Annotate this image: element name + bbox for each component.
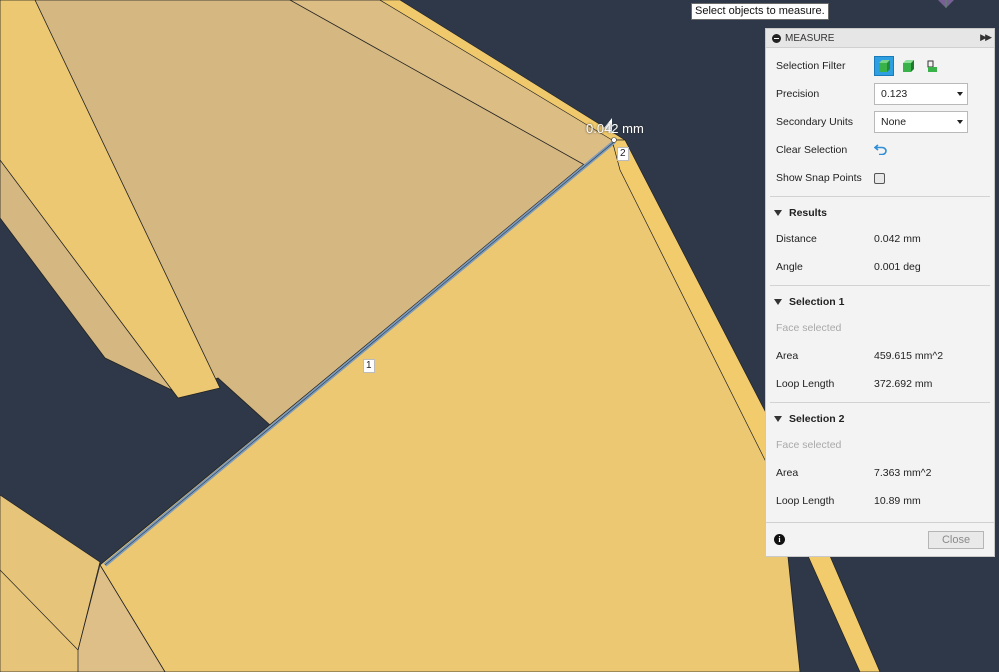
point-label-2: 2 [617,147,629,161]
distance-value: 0.042 mm [874,233,921,245]
selection2-status: Face selected [776,439,842,451]
selection1-loop-label: Loop Length [776,378,835,390]
selection2-title: Selection 2 [789,413,845,425]
secondary-units-value: None [881,116,907,128]
selection2-loop-label: Loop Length [776,495,835,507]
divider [770,285,990,286]
edge-filter-icon[interactable] [922,56,942,76]
results-section-header[interactable]: Results [766,201,994,225]
panel-title: MEASURE [785,32,835,44]
selection2-area-value: 7.363 mm^2 [874,467,932,479]
secondary-units-label: Secondary Units [776,116,854,128]
panel-footer: i Close [766,522,994,556]
expand-panel-icon[interactable]: ▶▶ [980,32,992,43]
selection2-section-header[interactable]: Selection 2 [766,407,994,431]
selection2-loop-value: 10.89 mm [874,495,921,507]
chevron-down-icon [957,120,963,124]
distance-row: Distance 0.042 mm [766,225,994,253]
precision-select[interactable]: 0.123 [874,83,968,105]
point-label-1: 1 [363,359,375,373]
show-snap-points-checkbox[interactable] [874,172,885,184]
body-filter-icon[interactable] [874,56,894,76]
face-filter-icon[interactable] [898,56,918,76]
view-cube-icon[interactable] [934,0,958,10]
precision-label: Precision [776,88,820,100]
precision-value: 0.123 [881,88,908,100]
selection2-status-row: Face selected [766,431,994,459]
selection-filter-row: Selection Filter [766,52,994,80]
selection1-area-value: 459.615 mm^2 [874,350,944,362]
clear-selection-row: Clear Selection [766,136,994,164]
triangle-down-icon [774,210,782,216]
divider [770,196,990,197]
selection1-status: Face selected [776,322,842,334]
selection1-loop-value: 372.692 mm [874,378,933,390]
precision-row: Precision 0.123 [766,80,994,108]
show-snap-points-label: Show Snap Points [776,172,862,184]
selection1-area-label: Area [776,350,799,362]
collapse-icon[interactable] [772,33,781,43]
selection1-section-header[interactable]: Selection 1 [766,290,994,314]
angle-row: Angle 0.001 deg [766,253,994,281]
panel-header: MEASURE ▶▶ [766,29,994,48]
distance-annotation: 0.042 mm [586,121,644,136]
selection2-loop-row: Loop Length 10.89 mm [766,487,994,515]
angle-label: Angle [776,261,803,273]
selection1-loop-row: Loop Length 372.692 mm [766,370,994,398]
measure-tooltip: Select objects to measure. [691,3,829,20]
selection1-title: Selection 1 [789,296,845,308]
divider [770,402,990,403]
secondary-units-select[interactable]: None [874,111,968,133]
selection-filter-label: Selection Filter [776,60,846,72]
snap-points-row: Show Snap Points [766,164,994,192]
selection1-status-row: Face selected [766,314,994,342]
selection2-area-row: Area 7.363 mm^2 [766,459,994,487]
selection2-area-label: Area [776,467,799,479]
secondary-units-row: Secondary Units None [766,108,994,136]
info-icon[interactable]: i [774,534,785,545]
triangle-down-icon [774,299,782,305]
triangle-down-icon [774,416,782,422]
measure-panel: MEASURE ▶▶ Selection Filter Precision 0.… [765,28,995,557]
close-button[interactable]: Close [928,530,984,549]
selection1-area-row: Area 459.615 mm^2 [766,342,994,370]
chevron-down-icon [957,92,963,96]
distance-label: Distance [776,233,817,245]
undo-arrow-icon[interactable] [873,143,888,158]
angle-value: 0.001 deg [874,261,921,273]
clear-selection-label: Clear Selection [776,144,848,156]
results-title: Results [789,207,827,219]
